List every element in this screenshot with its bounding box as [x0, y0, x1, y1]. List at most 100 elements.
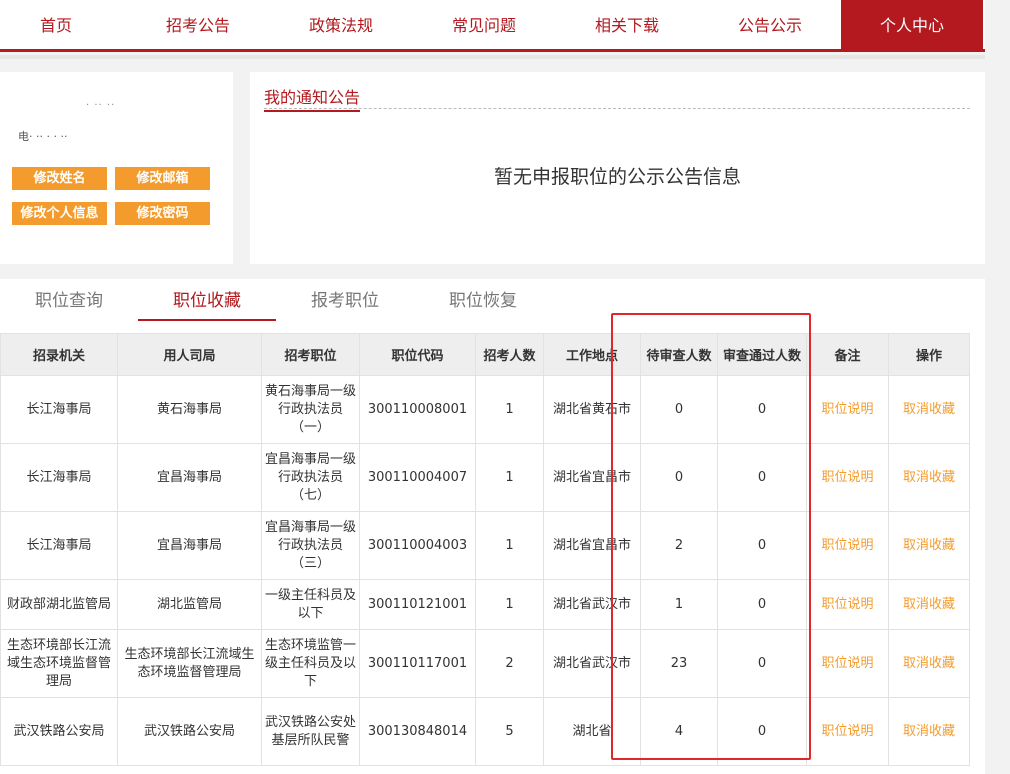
- cell-pending: 23: [640, 629, 718, 698]
- position-info-link[interactable]: 职位说明: [806, 375, 889, 444]
- cell-code: 300130848014: [359, 697, 476, 766]
- tab-position-restore[interactable]: 职位恢复: [414, 289, 552, 321]
- nav-public-notices[interactable]: 公告公示: [699, 0, 841, 52]
- unfavorite-link[interactable]: 取消收藏: [888, 375, 970, 444]
- position-info-link[interactable]: 职位说明: [806, 697, 889, 766]
- unfavorite-link[interactable]: 取消收藏: [888, 579, 970, 630]
- unfavorite-link[interactable]: 取消收藏: [888, 511, 970, 580]
- unfavorite-link[interactable]: 取消收藏: [888, 697, 970, 766]
- notice-panel: 我的通知公告 暂无申报职位的公示公告信息: [250, 72, 985, 264]
- cell-approved: 0: [717, 375, 807, 444]
- cell-pending: 2: [640, 511, 718, 580]
- nav-policies[interactable]: 政策法规: [270, 0, 412, 52]
- cell-department: 武汉铁路公安局: [117, 697, 262, 766]
- col-headcount: 招考人数: [475, 333, 544, 376]
- cell-position: 宜昌海事局一级行政执法员（三）: [261, 511, 360, 580]
- user-name: · ·· ··: [86, 100, 116, 111]
- cell-department: 宜昌海事局: [117, 443, 262, 512]
- cell-headcount: 1: [475, 511, 544, 580]
- cell-location: 湖北省武汉市: [543, 579, 641, 630]
- cell-code: 300110121001: [359, 579, 476, 630]
- cell-approved: 0: [717, 697, 807, 766]
- tab-favorites[interactable]: 职位收藏: [138, 289, 276, 321]
- table-row: 财政部湖北监管局 湖北监管局 一级主任科员及以下 300110121001 1 …: [0, 579, 970, 630]
- cell-agency: 长江海事局: [0, 443, 118, 512]
- cell-pending: 0: [640, 375, 718, 444]
- position-info-link[interactable]: 职位说明: [806, 629, 889, 698]
- cell-pending: 1: [640, 579, 718, 630]
- cell-agency: 长江海事局: [0, 375, 118, 444]
- cell-department: 黄石海事局: [117, 375, 262, 444]
- col-hiring-department: 用人司局: [117, 333, 262, 376]
- cell-approved: 0: [717, 579, 807, 630]
- col-recruiting-agency: 招录机关: [0, 333, 118, 376]
- col-location: 工作地点: [543, 333, 641, 376]
- cell-code: 300110117001: [359, 629, 476, 698]
- nav-shadow: [0, 55, 985, 59]
- cell-department: 宜昌海事局: [117, 511, 262, 580]
- table-row: 生态环境部长江流域生态环境监督管理局 生态环境部长江流域生态环境监督管理局 生态…: [0, 629, 970, 698]
- unfavorite-link[interactable]: 取消收藏: [888, 629, 970, 698]
- cell-agency: 生态环境部长江流域生态环境监督管理局: [0, 629, 118, 698]
- position-info-link[interactable]: 职位说明: [806, 579, 889, 630]
- tab-position-search[interactable]: 职位查询: [0, 289, 138, 321]
- cell-location: 湖北省宜昌市: [543, 511, 641, 580]
- profile-panel: · ·· ·· 电· ·· · · ·· 修改姓名 修改邮箱 修改个人信息 修改…: [0, 72, 233, 264]
- cell-pending: 0: [640, 443, 718, 512]
- cell-headcount: 5: [475, 697, 544, 766]
- table-row: 长江海事局 黄石海事局 黄石海事局一级行政执法员（一） 300110008001…: [0, 375, 970, 444]
- notice-divider: [264, 108, 970, 109]
- col-pending-review: 待审查人数: [640, 333, 718, 376]
- cell-headcount: 1: [475, 443, 544, 512]
- user-info: 电· ·· · · ··: [18, 130, 68, 143]
- positions-panel: 职位查询 职位收藏 报考职位 职位恢复 招录机关 用人司局 招考职位 职位代码 …: [0, 279, 985, 774]
- table-row: 武汉铁路公安局 武汉铁路公安局 武汉铁路公安处基层所队民警 3001308480…: [0, 697, 970, 766]
- nav-faq[interactable]: 常见问题: [413, 0, 555, 52]
- cell-headcount: 1: [475, 375, 544, 444]
- col-position: 招考职位: [261, 333, 360, 376]
- nav-announcements[interactable]: 招考公告: [127, 0, 269, 52]
- cell-position: 黄石海事局一级行政执法员（一）: [261, 375, 360, 444]
- cell-approved: 0: [717, 511, 807, 580]
- col-actions: 操作: [888, 333, 970, 376]
- cell-location: 湖北省武汉市: [543, 629, 641, 698]
- col-notes: 备注: [806, 333, 889, 376]
- position-info-link[interactable]: 职位说明: [806, 443, 889, 512]
- table-row: 长江海事局 宜昌海事局 宜昌海事局一级行政执法员（三） 300110004003…: [0, 511, 970, 580]
- col-approved: 审查通过人数: [717, 333, 807, 376]
- notice-empty-message: 暂无申报职位的公示公告信息: [493, 166, 741, 188]
- cell-headcount: 2: [475, 629, 544, 698]
- col-position-code: 职位代码: [359, 333, 476, 376]
- cell-position: 武汉铁路公安处基层所队民警: [261, 697, 360, 766]
- cell-approved: 0: [717, 629, 807, 698]
- edit-name-button[interactable]: 修改姓名: [12, 167, 107, 190]
- tab-applied-positions[interactable]: 报考职位: [276, 289, 414, 321]
- cell-location: 湖北省宜昌市: [543, 443, 641, 512]
- cell-position: 生态环境监管一级主任科员及以下: [261, 629, 360, 698]
- edit-email-button[interactable]: 修改邮箱: [115, 167, 210, 190]
- table-header: 招录机关 用人司局 招考职位 职位代码 招考人数 工作地点 待审查人数 审查通过…: [0, 333, 970, 376]
- edit-profile-button[interactable]: 修改个人信息: [12, 202, 107, 225]
- edit-password-button[interactable]: 修改密码: [115, 202, 210, 225]
- cell-approved: 0: [717, 443, 807, 512]
- nav-personal-center[interactable]: 个人中心: [841, 0, 983, 52]
- table-row: 长江海事局 宜昌海事局 宜昌海事局一级行政执法员（七） 300110004007…: [0, 443, 970, 512]
- nav-downloads[interactable]: 相关下载: [556, 0, 698, 52]
- cell-position: 宜昌海事局一级行政执法员（七）: [261, 443, 360, 512]
- cell-headcount: 1: [475, 579, 544, 630]
- cell-position: 一级主任科员及以下: [261, 579, 360, 630]
- cell-location: 湖北省黄石市: [543, 375, 641, 444]
- cell-department: 湖北监管局: [117, 579, 262, 630]
- cell-code: 300110004007: [359, 443, 476, 512]
- cell-agency: 财政部湖北监管局: [0, 579, 118, 630]
- top-nav: 首页 招考公告 政策法规 常见问题 相关下载 公告公示 个人中心: [0, 0, 985, 52]
- favorites-table: 招录机关 用人司局 招考职位 职位代码 招考人数 工作地点 待审查人数 审查通过…: [0, 333, 970, 766]
- position-info-link[interactable]: 职位说明: [806, 511, 889, 580]
- cell-agency: 长江海事局: [0, 511, 118, 580]
- cell-department: 生态环境部长江流域生态环境监督管理局: [117, 629, 262, 698]
- cell-code: 300110004003: [359, 511, 476, 580]
- cell-location: 湖北省: [543, 697, 641, 766]
- nav-home[interactable]: 首页: [0, 0, 127, 52]
- cell-agency: 武汉铁路公安局: [0, 697, 118, 766]
- unfavorite-link[interactable]: 取消收藏: [888, 443, 970, 512]
